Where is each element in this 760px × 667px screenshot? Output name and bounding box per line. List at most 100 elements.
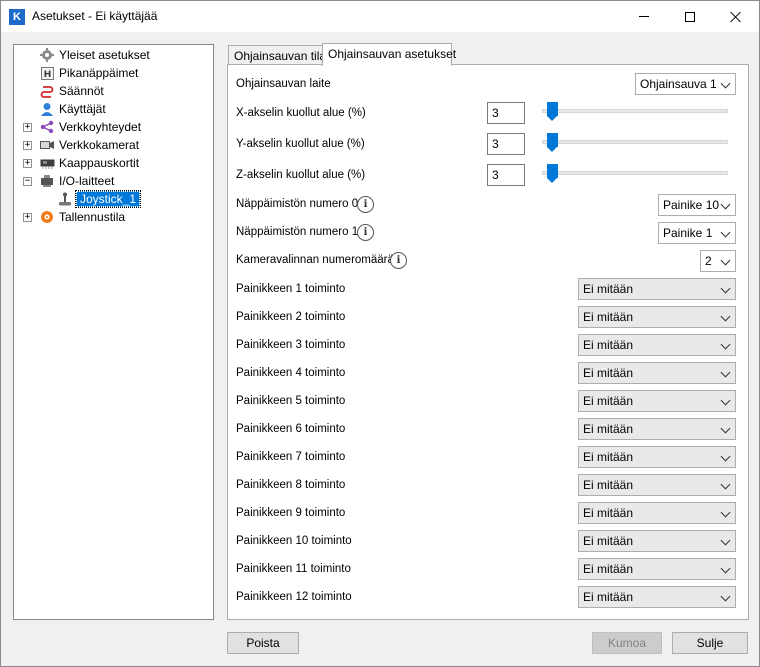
button-action-value: Ei mitään	[583, 590, 634, 604]
tree-item-label: Tallennustila	[59, 210, 126, 224]
button-action-value: Ei mitään	[583, 562, 634, 576]
z-deadzone-slider-thumb[interactable]	[547, 164, 559, 183]
button-action-select[interactable]: Ei mitään	[578, 474, 736, 496]
keypad1-select[interactable]: Painike 1	[658, 222, 736, 244]
camera-icon	[39, 137, 55, 153]
button-action-value: Ei mitään	[583, 366, 634, 380]
tree-item-label: Verkkokamerat	[59, 138, 140, 152]
tree-item-label: Käyttäjät	[59, 102, 106, 116]
camera-count-select[interactable]: 2	[700, 250, 736, 272]
tree-item-rules[interactable]: Säännöt	[14, 82, 213, 100]
expand-icon[interactable]: +	[23, 212, 32, 222]
collapse-icon[interactable]: −	[23, 176, 32, 186]
capture-card-icon	[39, 155, 55, 171]
button-action-value: Ei mitään	[583, 282, 634, 296]
button-action-label: Painikkeen 3 toiminto	[236, 339, 346, 351]
button-action-select[interactable]: Ei mitään	[578, 418, 736, 440]
info-icon[interactable]: i	[357, 196, 374, 213]
button-action-label: Painikkeen 12 toiminto	[236, 591, 352, 603]
chevron-down-icon	[720, 255, 731, 266]
button-action-label: Painikkeen 4 toiminto	[236, 367, 346, 379]
button-action-select[interactable]: Ei mitään	[578, 362, 736, 384]
button-action-select[interactable]: Ei mitään	[578, 390, 736, 412]
chevron-down-icon	[720, 423, 731, 434]
device-label: Ohjainsauvan laite	[236, 78, 331, 90]
tree-item-webcams[interactable]: + Verkkokamerat	[14, 136, 213, 154]
chevron-down-icon	[720, 507, 731, 518]
tree-item-users[interactable]: Käyttäjät	[14, 100, 213, 118]
chevron-down-icon	[720, 591, 731, 602]
button-action-label: Painikkeen 7 toiminto	[236, 451, 346, 463]
settings-tree[interactable]: Yleiset asetukset H Pikanäppäimet Säännö…	[13, 44, 214, 620]
button-action-label: Painikkeen 2 toiminto	[236, 311, 346, 323]
x-deadzone-slider-thumb[interactable]	[547, 102, 559, 121]
tree-item-hotkeys[interactable]: H Pikanäppäimet	[14, 64, 213, 82]
button-action-select[interactable]: Ei mitään	[578, 558, 736, 580]
button-action-select[interactable]: Ei mitään	[578, 306, 736, 328]
tab-joystick-settings[interactable]: Ohjainsauvan asetukset	[322, 43, 456, 66]
button-action-select[interactable]: Ei mitään	[578, 502, 736, 524]
tree-item-storage[interactable]: + Tallennustila	[14, 208, 213, 226]
button-action-select[interactable]: Ei mitään	[578, 334, 736, 356]
tree-item-label: Pikanäppäimet	[59, 66, 139, 80]
button-action-select[interactable]: Ei mitään	[578, 530, 736, 552]
expand-icon[interactable]: +	[23, 140, 32, 150]
tree-item-label: Kaappauskortit	[59, 156, 140, 170]
tree-item-label: Yleiset asetukset	[59, 48, 150, 62]
chevron-down-icon	[720, 395, 731, 406]
minimize-button[interactable]	[621, 1, 667, 32]
tree-item-label: I/O-laitteet	[59, 174, 115, 188]
info-icon[interactable]: i	[390, 252, 407, 269]
expand-icon[interactable]: +	[23, 158, 32, 168]
chevron-down-icon	[720, 283, 731, 294]
y-deadzone-slider-track[interactable]	[542, 140, 728, 144]
z-deadzone-slider-track[interactable]	[542, 171, 728, 175]
y-deadzone-input[interactable]: 3	[487, 133, 525, 155]
button-action-label: Painikkeen 8 toiminto	[236, 479, 346, 491]
x-deadzone-input[interactable]: 3	[487, 102, 525, 124]
camera-count-label: Kameravalinnan numeromäärä	[236, 254, 394, 266]
z-deadzone-label: Z-akselin kuollut alue (%)	[236, 169, 366, 181]
button-action-value: Ei mitään	[583, 534, 634, 548]
button-action-label: Painikkeen 10 toiminto	[236, 535, 352, 547]
window-title: Asetukset - Ei käyttäjää	[32, 9, 158, 23]
tab-joystick-status[interactable]: Ohjainsauvan tila	[228, 45, 326, 66]
button-action-value: Ei mitään	[583, 394, 634, 408]
tree-item-network[interactable]: + Verkkoyhteydet	[14, 118, 213, 136]
tree-item-label: Säännöt	[59, 84, 104, 98]
chevron-down-icon	[720, 367, 731, 378]
keypad0-select[interactable]: Painike 10	[658, 194, 736, 216]
button-action-select[interactable]: Ei mitään	[578, 278, 736, 300]
info-icon[interactable]: i	[357, 224, 374, 241]
button-action-select[interactable]: Ei mitään	[578, 446, 736, 468]
close-button[interactable]: Sulje	[672, 632, 748, 654]
device-select[interactable]: Ohjainsauva 1	[635, 73, 736, 95]
button-action-select[interactable]: Ei mitään	[578, 586, 736, 608]
tree-item-io-devices[interactable]: − I/O-laitteet	[14, 172, 213, 190]
tree-item-joystick[interactable]: Joystick_1	[14, 190, 213, 208]
z-deadzone-input[interactable]: 3	[487, 164, 525, 186]
hotkey-icon: H	[39, 65, 55, 81]
keypad1-select-value: Painike 1	[663, 226, 713, 240]
chevron-down-icon	[720, 479, 731, 490]
close-window-button[interactable]	[713, 1, 759, 32]
button-action-value: Ei mitään	[583, 478, 634, 492]
tree-item-general[interactable]: Yleiset asetukset	[14, 46, 213, 64]
tree-item-capture-cards[interactable]: + Kaappauskortit	[14, 154, 213, 172]
minimize-icon	[639, 16, 649, 17]
chevron-down-icon	[720, 339, 731, 350]
x-deadzone-slider-track[interactable]	[542, 109, 728, 113]
chevron-down-icon	[720, 311, 731, 322]
svg-text:H: H	[43, 70, 51, 80]
expand-icon[interactable]: +	[23, 122, 32, 132]
title-bar[interactable]: K Asetukset - Ei käyttäjää	[1, 1, 759, 32]
maximize-button[interactable]	[667, 1, 713, 32]
delete-button[interactable]: Poista	[227, 632, 299, 654]
storage-icon	[39, 209, 55, 225]
chevron-down-icon	[720, 563, 731, 574]
button-action-label: Painikkeen 5 toiminto	[236, 395, 346, 407]
button-action-value: Ei mitään	[583, 506, 634, 520]
y-deadzone-slider-thumb[interactable]	[547, 133, 559, 152]
x-deadzone-label: X-akselin kuollut alue (%)	[236, 107, 366, 119]
cancel-button[interactable]: Kumoa	[592, 632, 662, 654]
